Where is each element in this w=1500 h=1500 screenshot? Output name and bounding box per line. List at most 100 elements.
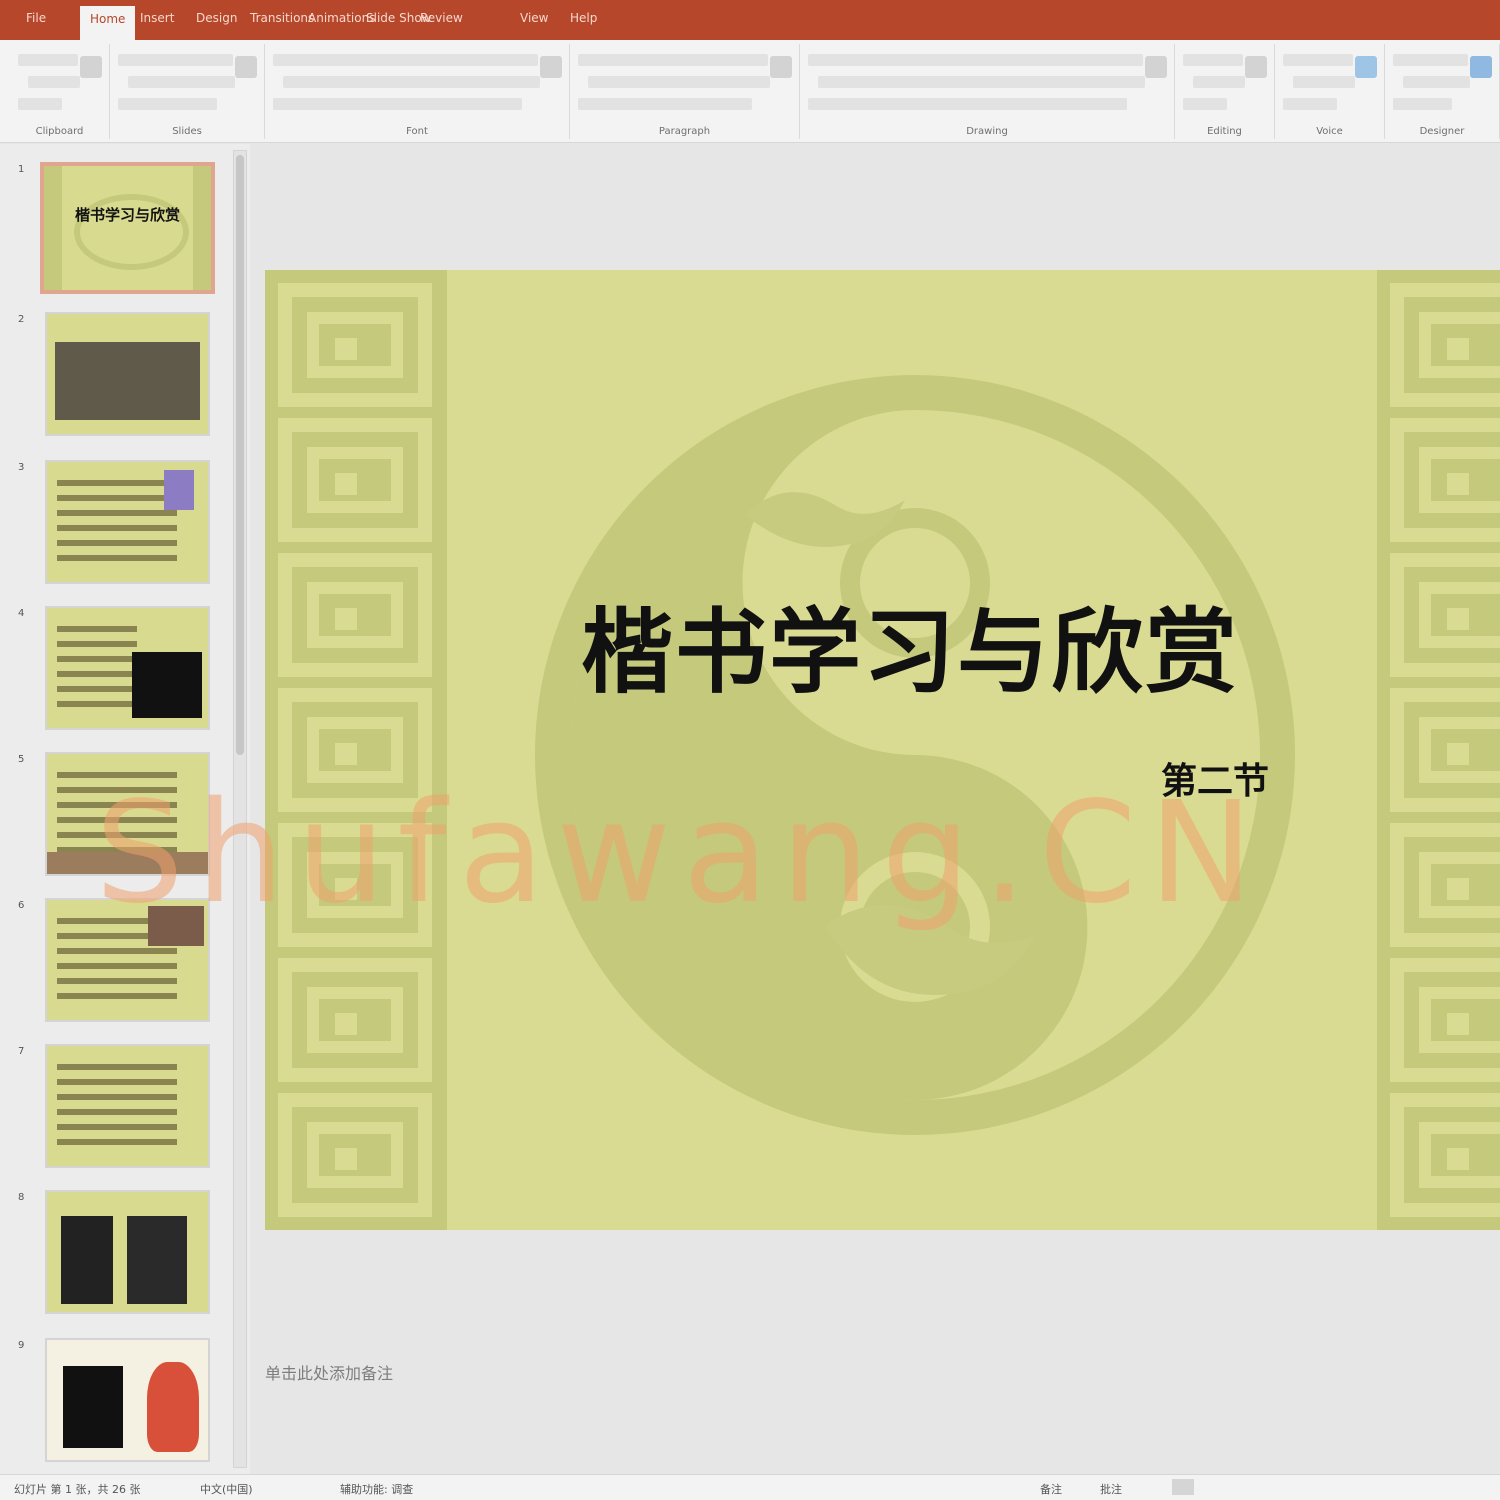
thumbnail-scrollbar-handle[interactable] xyxy=(236,155,244,755)
tab-design[interactable]: Design xyxy=(196,11,237,25)
notes-button[interactable]: 备注 xyxy=(1040,1481,1062,1497)
slide-canvas[interactable]: 楷书学习与欣赏 第二节 xyxy=(265,270,1500,1230)
slide-thumbnail-9[interactable] xyxy=(45,1338,210,1462)
ribbon-command-icon[interactable] xyxy=(80,56,102,78)
ribbon-group-label: Clipboard xyxy=(35,126,84,137)
thumbnail-text-line xyxy=(57,641,137,647)
ribbon-control[interactable] xyxy=(273,98,522,110)
ribbon-command-icon[interactable] xyxy=(1355,56,1377,78)
ribbon-control[interactable] xyxy=(818,76,1145,88)
tab-home[interactable]: Home xyxy=(80,6,136,40)
thumbnail-text-line xyxy=(57,1109,177,1115)
tab-insert[interactable]: Insert xyxy=(140,11,174,25)
ribbon-control[interactable] xyxy=(283,76,540,88)
fret-motif xyxy=(335,743,357,765)
tab-help[interactable]: Help xyxy=(570,11,597,25)
ribbon-group-label: Voice xyxy=(1316,126,1343,137)
zoom-slider-icon[interactable] xyxy=(1420,1479,1442,1495)
ribbon-command-icon[interactable] xyxy=(1470,56,1492,78)
fret-motif xyxy=(1447,473,1469,495)
thumbnail-text-line xyxy=(57,510,177,516)
thumbnail-text-line xyxy=(57,701,137,707)
accessibility-indicator[interactable]: 辅助功能: 调查 xyxy=(340,1481,413,1497)
slide-thumbnail-7[interactable] xyxy=(45,1044,210,1168)
ribbon-control[interactable] xyxy=(273,54,538,66)
tab-review[interactable]: Review xyxy=(420,11,463,25)
tab-transitions[interactable]: Transitions xyxy=(250,11,314,25)
slide-thumbnail-8[interactable] xyxy=(45,1190,210,1314)
thumbnail-text-line xyxy=(57,480,177,486)
status-bar: 幻灯片 第 1 张，共 26 张 中文(中国) 辅助功能: 调查 备注 批注 xyxy=(0,1474,1500,1500)
ribbon-group-label: Slides xyxy=(172,126,202,137)
notes-placeholder[interactable]: 单击此处添加备注 xyxy=(265,1360,393,1384)
tab-view[interactable]: View xyxy=(520,11,548,25)
language-indicator[interactable]: 中文(中国) xyxy=(200,1481,253,1497)
reading-view-icon[interactable] xyxy=(1272,1479,1294,1495)
ribbon-control[interactable] xyxy=(1183,98,1227,110)
slide-thumbnail-number: 9 xyxy=(18,1340,25,1351)
thumbnail-image xyxy=(164,470,194,510)
ribbon-command-icon[interactable] xyxy=(540,56,562,78)
slide-thumbnail-1[interactable]: 楷书学习与欣赏 xyxy=(40,162,215,294)
ribbon-control[interactable] xyxy=(1293,76,1355,88)
slide-thumbnail-number: 8 xyxy=(18,1192,25,1203)
normal-view-icon[interactable] xyxy=(1172,1479,1194,1495)
comments-button[interactable]: 批注 xyxy=(1100,1481,1122,1497)
slide-sorter-icon[interactable] xyxy=(1222,1479,1244,1495)
ribbon-control[interactable] xyxy=(1183,54,1243,66)
ribbon-control[interactable] xyxy=(1193,76,1245,88)
thumbnail-text-line xyxy=(57,555,177,561)
ribbon-command-icon[interactable] xyxy=(235,56,257,78)
slideshow-view-icon[interactable] xyxy=(1315,1479,1337,1495)
thumbnail-text-line xyxy=(57,963,177,969)
fret-motif xyxy=(1447,878,1469,900)
ribbon-control[interactable] xyxy=(18,54,78,66)
slide-thumbnail-4[interactable] xyxy=(45,606,210,730)
slide-thumbnail-number: 4 xyxy=(18,608,25,619)
ribbon-control[interactable] xyxy=(808,98,1127,110)
ribbon-control[interactable] xyxy=(18,98,62,110)
slide-thumbnail-number: 6 xyxy=(18,900,25,911)
ribbon-control[interactable] xyxy=(1393,54,1468,66)
ribbon-control[interactable] xyxy=(128,76,235,88)
thumbnail-text-line xyxy=(57,978,177,984)
ribbon-control[interactable] xyxy=(28,76,80,88)
ribbon-control[interactable] xyxy=(578,54,768,66)
slide-title[interactable]: 楷书学习与欣赏 xyxy=(265,578,1500,711)
thumbnail-text-line xyxy=(57,993,177,999)
slide-thumbnail-number: 2 xyxy=(18,314,25,325)
thumbnail-image xyxy=(127,1216,187,1304)
fret-motif xyxy=(1447,743,1469,765)
ribbon-group-label: Paragraph xyxy=(658,126,711,137)
thumbnail-text-line xyxy=(57,948,177,954)
thumbnail-image xyxy=(147,1362,199,1452)
ribbon-control[interactable] xyxy=(588,76,770,88)
ribbon-control[interactable] xyxy=(118,54,233,66)
ribbon-control[interactable] xyxy=(1393,98,1452,110)
thumbnail-image xyxy=(132,652,202,718)
thumbnail-text-line xyxy=(57,1079,177,1085)
fret-motif xyxy=(335,1013,357,1035)
ribbon-control[interactable] xyxy=(118,98,217,110)
slide-counter: 幻灯片 第 1 张，共 26 张 xyxy=(14,1483,141,1496)
ribbon-group-label: Editing xyxy=(1207,126,1242,137)
right-fret-border xyxy=(1377,270,1500,1230)
slide-thumbnail-3[interactable] xyxy=(45,460,210,584)
ribbon-control[interactable] xyxy=(808,54,1143,66)
fret-pattern-left xyxy=(265,270,447,1230)
ribbon-group-label: Font xyxy=(406,126,428,137)
ribbon-command-icon[interactable] xyxy=(770,56,792,78)
tab-file[interactable]: File xyxy=(26,11,46,25)
ribbon-control[interactable] xyxy=(1403,76,1470,88)
ribbon-control[interactable] xyxy=(578,98,752,110)
ribbon-control[interactable] xyxy=(1283,54,1353,66)
ribbon-control[interactable] xyxy=(1283,98,1337,110)
thumbnail-title: 楷书学习与欣赏 xyxy=(74,206,180,224)
ribbon-group-drawing: Drawing xyxy=(800,44,1175,139)
fret-motif xyxy=(335,473,357,495)
ribbon-command-icon[interactable] xyxy=(1245,56,1267,78)
fret-motif xyxy=(1447,1013,1469,1035)
ribbon-command-icon[interactable] xyxy=(1145,56,1167,78)
slide-thumbnail-2[interactable] xyxy=(45,312,210,436)
thumbnail-text-line xyxy=(57,671,137,677)
